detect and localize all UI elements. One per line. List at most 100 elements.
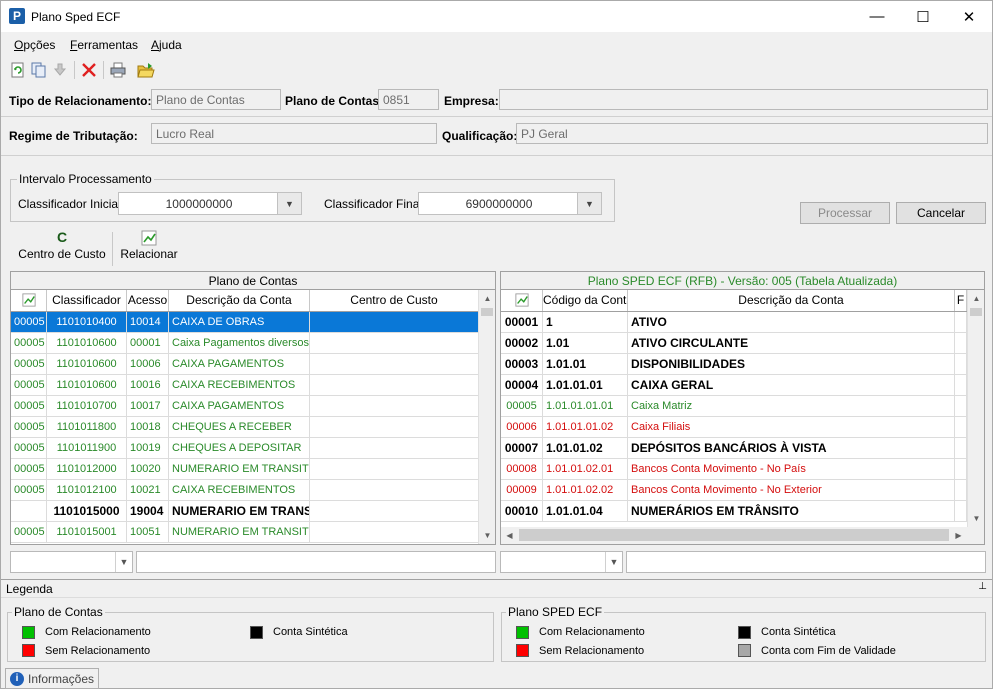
table-row[interactable]: 00005 1101010600 10006 CAIXA PAGAMENTOS xyxy=(11,354,479,375)
scroll-right-arrow[interactable]: ▶ xyxy=(950,527,967,544)
plano-contas-grid-body: 00005 1101010400 10014 CAIXA DE OBRAS 00005 1… xyxy=(11,312,479,543)
menu-opcoes[interactable]: Opções xyxy=(14,38,55,52)
classificador-inicial-combo[interactable]: 1000000000 ▼ xyxy=(118,192,302,215)
right-filter-input[interactable] xyxy=(626,551,986,573)
table-row[interactable]: 00004 1.01.01.01 CAIXA GERAL xyxy=(501,375,967,396)
cell-classificador: 1101012000 xyxy=(47,459,127,479)
cell-f xyxy=(955,459,967,479)
plano-contas-grid-header: Classificador Acesso Descrição da Conta … xyxy=(11,290,479,312)
cell-classificador: 1101015000 xyxy=(47,501,127,521)
header-descricao[interactable]: Descrição da Conta xyxy=(169,290,310,311)
plano-sped-grid-header: Código da Conta Descrição da Conta F xyxy=(501,290,967,312)
informacoes-tab[interactable]: i Informações xyxy=(5,668,99,689)
left-filter-combo[interactable]: ▼ xyxy=(10,551,133,573)
plano-sped-hscroll[interactable]: ◀ ▶ xyxy=(501,527,984,544)
menu-ferramentas[interactable]: Ferramentas xyxy=(70,38,138,52)
stamp-icon xyxy=(53,63,67,76)
centro-custo-button[interactable]: C Centro de Custo xyxy=(13,229,111,267)
cell-descricao: NUMERARIO EM TRANSIT xyxy=(169,501,310,521)
red-swatch xyxy=(22,644,35,657)
cell-codigo-conta: 1.01.01 xyxy=(543,354,628,374)
cell-descricao: CAIXA PAGAMENTOS xyxy=(169,354,310,374)
copy-icon[interactable] xyxy=(30,61,48,79)
cell-acesso: 10020 xyxy=(127,459,169,479)
menu-ajuda[interactable]: Ajuda xyxy=(151,38,182,52)
table-row[interactable]: 00005 1101010600 10016 CAIXA RECEBIMENTOS xyxy=(11,375,479,396)
header-acesso[interactable]: Acesso xyxy=(127,290,169,311)
cell-code: 00005 xyxy=(11,438,47,458)
table-row[interactable]: 00005 1101011800 10018 CHEQUES A RECEBER xyxy=(11,417,479,438)
plano-sped-grid-caption: Plano SPED ECF (RFB) - Versão: 005 (Tabe… xyxy=(501,272,984,290)
plano-sped-grid: Plano SPED ECF (RFB) - Versão: 005 (Tabe… xyxy=(500,271,985,545)
table-row[interactable]: 00006 1.01.01.01.02 Caixa Filiais xyxy=(501,417,967,438)
delete-icon[interactable] xyxy=(80,61,98,79)
print-icon[interactable] xyxy=(109,61,127,79)
refresh-icon[interactable] xyxy=(9,61,27,79)
scroll-thumb[interactable] xyxy=(970,308,982,316)
chevron-down-icon[interactable]: ▼ xyxy=(577,193,601,214)
plano-sped-vscroll[interactable]: ▲ ▼ xyxy=(967,290,984,527)
table-row[interactable]: 00007 1.01.01.02 DEPÓSITOS BANCÁRIOS À VIS… xyxy=(501,438,967,459)
scroll-down-arrow[interactable]: ▼ xyxy=(479,527,495,544)
informacoes-label: Informações xyxy=(28,672,95,686)
cancelar-button[interactable]: Cancelar xyxy=(896,202,986,224)
plano-contas-vscroll[interactable]: ▲ ▼ xyxy=(478,290,495,544)
close-button[interactable]: ✕ xyxy=(946,1,992,32)
header-descricao-conta[interactable]: Descrição da Conta xyxy=(628,290,955,311)
chevron-down-icon[interactable]: ▼ xyxy=(605,552,622,572)
cell-descricao-conta: ATIVO CIRCULANTE xyxy=(628,333,955,353)
hscroll-thumb[interactable] xyxy=(519,529,949,541)
cell-code: 00005 xyxy=(11,459,47,479)
scroll-up-arrow[interactable]: ▲ xyxy=(968,290,984,307)
table-row[interactable]: 00003 1.01.01 DISPONIBILIDADES xyxy=(501,354,967,375)
scroll-down-arrow[interactable]: ▼ xyxy=(968,510,984,527)
table-row[interactable]: 00005 1101010400 10014 CAIXA DE OBRAS xyxy=(11,312,479,333)
header-f[interactable]: F xyxy=(955,290,967,311)
table-row[interactable]: 00005 1101015001 10051 NUMERARIO EM TRANSIT… xyxy=(11,522,479,543)
scroll-up-arrow[interactable]: ▲ xyxy=(479,290,495,307)
table-row[interactable]: 00001 1 ATIVO xyxy=(501,312,967,333)
table-row[interactable]: 00005 1.01.01.01.01 Caixa Matriz xyxy=(501,396,967,417)
classificador-final-combo[interactable]: 6900000000 ▼ xyxy=(418,192,602,215)
regime-tributacao-label: Regime de Tributação: xyxy=(9,129,138,143)
pin-icon[interactable]: ⊥ xyxy=(978,581,987,592)
table-row[interactable]: 00005 1101012100 10021 CAIXA RECEBIMENTOS xyxy=(11,480,479,501)
table-row[interactable]: 1101015000 19004 NUMERARIO EM TRANSIT xyxy=(11,501,479,522)
minimize-button[interactable]: — xyxy=(854,1,900,32)
cell-classificador: 1101011800 xyxy=(47,417,127,437)
table-row[interactable]: 00009 1.01.01.02.02 Bancos Conta Movimento… xyxy=(501,480,967,501)
cell-centro-custo xyxy=(310,396,479,416)
table-row[interactable]: 00005 1101012000 10020 NUMERARIO EM TRANSIT… xyxy=(11,459,479,480)
relate-icon xyxy=(141,230,157,246)
table-row[interactable]: 00005 1101010600 00001 Caixa Pagamentos div… xyxy=(11,333,479,354)
chevron-down-icon[interactable]: ▼ xyxy=(277,193,301,214)
chevron-down-icon[interactable]: ▼ xyxy=(115,552,132,572)
table-row[interactable]: 00008 1.01.01.02.01 Bancos Conta Movimento… xyxy=(501,459,967,480)
cell-f xyxy=(955,501,967,521)
table-row[interactable]: 00005 1101010700 10017 CAIXA PAGAMENTOS xyxy=(11,396,479,417)
relacionar-button[interactable]: Relacionar xyxy=(115,229,183,267)
right-filter-combo[interactable]: ▼ xyxy=(500,551,623,573)
black-swatch xyxy=(250,626,263,639)
table-row[interactable]: 00005 1101011900 10019 CHEQUES A DEPOSITAR xyxy=(11,438,479,459)
grid-header-icon[interactable] xyxy=(501,290,543,311)
cell-codigo-conta: 1.01.01.04 xyxy=(543,501,628,521)
left-filter-input[interactable] xyxy=(136,551,496,573)
grid-header-icon[interactable] xyxy=(11,290,47,311)
cell-code: 00001 xyxy=(501,312,543,332)
cell-codigo-conta: 1.01.01.02.01 xyxy=(543,459,628,479)
header-classificador[interactable]: Classificador xyxy=(47,290,127,311)
header-centro-custo[interactable]: Centro de Custo xyxy=(310,290,479,311)
table-row[interactable]: 00002 1.01 ATIVO CIRCULANTE xyxy=(501,333,967,354)
open-folder-icon[interactable] xyxy=(137,61,155,79)
header-codigo-conta[interactable]: Código da Conta xyxy=(543,290,628,311)
processar-button[interactable]: Processar xyxy=(800,202,890,224)
plano-contas-field: 0851 xyxy=(378,89,439,110)
table-row[interactable]: 00010 1.01.01.04 NUMERÁRIOS EM TRÂNSITO xyxy=(501,501,967,522)
scroll-thumb[interactable] xyxy=(481,308,493,316)
maximize-button[interactable]: ☐ xyxy=(900,1,946,32)
cell-acesso: 10006 xyxy=(127,354,169,374)
column-chart-icon xyxy=(21,293,36,307)
main-window: P Plano Sped ECF — ☐ ✕ Opções Ferramenta… xyxy=(0,0,993,689)
scroll-left-arrow[interactable]: ◀ xyxy=(501,527,518,544)
